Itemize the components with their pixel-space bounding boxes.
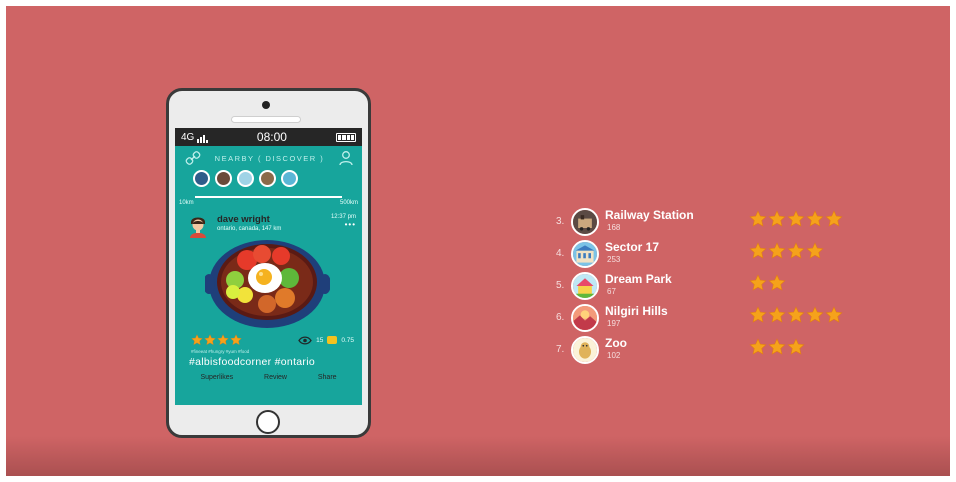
- park-icon: [571, 272, 599, 300]
- place-rating: [749, 338, 805, 356]
- star-icon: [806, 210, 824, 227]
- coin-icon: [327, 336, 338, 344]
- nav-title[interactable]: NEARBY ( DISCOVER ): [215, 154, 325, 163]
- star-icon: [787, 338, 805, 355]
- star-icon: [749, 306, 767, 323]
- range-min-label: 10km: [179, 200, 194, 206]
- ranking-row[interactable]: 7. Zoo 102: [554, 336, 854, 366]
- share-button[interactable]: Share: [318, 374, 337, 381]
- earpiece: [231, 116, 301, 123]
- more-options-icon[interactable]: •••: [331, 220, 356, 229]
- ranking-row[interactable]: 5. Dream Park 67: [554, 272, 854, 302]
- signal-indicator: 4G: [181, 132, 208, 143]
- filter-avatar-3[interactable]: [237, 170, 254, 187]
- signal-bar-icon: [206, 139, 208, 143]
- status-time: 08:00: [256, 130, 287, 144]
- place-count: 253: [607, 255, 621, 264]
- status-bar: 4G 08:00: [175, 128, 362, 146]
- post-username[interactable]: dave wright: [217, 214, 331, 225]
- filter-avatar-1[interactable]: [193, 170, 210, 187]
- star-icon: [230, 334, 242, 346]
- superlikes-button[interactable]: Superlikes: [200, 374, 233, 381]
- place-rating: [749, 274, 786, 292]
- star-icon: [749, 338, 767, 355]
- network-label: 4G: [181, 131, 195, 143]
- star-icon: [825, 306, 843, 323]
- rank-number: 6.: [556, 312, 565, 323]
- place-name: Dream Park: [605, 272, 672, 286]
- star-icon: [768, 274, 786, 291]
- star-icon: [217, 334, 229, 346]
- post-hashtags[interactable]: #albisfoodcorner #ontario: [189, 356, 315, 368]
- link-icon[interactable]: [185, 150, 201, 166]
- post-caption: #fineeat #hungry #yum #food: [191, 349, 250, 354]
- place-name: Zoo: [605, 336, 627, 350]
- review-button[interactable]: Review: [264, 374, 287, 381]
- building-icon: [571, 240, 599, 268]
- star-icon: [768, 210, 786, 227]
- distance-range-labels: 10km 500km: [175, 198, 362, 206]
- star-icon: [768, 306, 786, 323]
- ranking-row[interactable]: 4. Sector 17 253: [554, 240, 854, 270]
- star-icon: [806, 306, 824, 323]
- star-icon: [768, 338, 786, 355]
- coin-value: 0.75: [341, 336, 354, 344]
- filter-avatar-2[interactable]: [215, 170, 232, 187]
- star-icon: [806, 242, 824, 259]
- hills-icon: [571, 304, 599, 332]
- place-rating: [749, 242, 824, 260]
- place-count: 102: [607, 351, 621, 360]
- filter-avatars: [175, 166, 362, 187]
- place-count: 168: [607, 223, 621, 232]
- star-icon: [191, 334, 203, 346]
- post-actions: Superlikes Review Share: [175, 374, 362, 381]
- place-count: 67: [607, 287, 616, 296]
- place-name: Nilgiri Hills: [605, 304, 668, 318]
- star-icon: [749, 210, 767, 227]
- post-rating[interactable]: [191, 334, 242, 346]
- star-icon: [204, 334, 216, 346]
- star-icon: [787, 210, 805, 227]
- post-stats: 15 0.75: [191, 334, 354, 346]
- filter-avatar-5[interactable]: [281, 170, 298, 187]
- home-button[interactable]: [256, 410, 280, 434]
- camera-dot: [262, 101, 270, 109]
- zoo-icon: [571, 336, 599, 364]
- view-count: 15: [316, 336, 324, 344]
- star-icon: [787, 242, 805, 259]
- food-bowl-image: [205, 240, 330, 328]
- star-icon: [825, 210, 843, 227]
- star-icon: [787, 306, 805, 323]
- filter-avatar-4[interactable]: [259, 170, 276, 187]
- presentation-canvas: 4G 08:00 NEARBY ( DISCOVER ) 10km 500km …: [6, 6, 950, 476]
- phone-mockup: 4G 08:00 NEARBY ( DISCOVER ) 10km 500km …: [166, 88, 371, 438]
- profile-icon[interactable]: [338, 150, 354, 166]
- rank-number: 7.: [556, 344, 565, 355]
- battery-icon: [336, 132, 356, 142]
- star-icon: [749, 242, 767, 259]
- signal-bar-icon: [203, 134, 206, 143]
- rank-number: 3.: [556, 216, 565, 227]
- range-max-label: 500km: [339, 200, 358, 206]
- ranking-row[interactable]: 6. Nilgiri Hills 197: [554, 304, 854, 334]
- place-rating: [749, 210, 843, 228]
- phone-screen: 4G 08:00 NEARBY ( DISCOVER ) 10km 500km …: [175, 128, 362, 405]
- place-name: Railway Station: [605, 208, 694, 222]
- place-rating: [749, 306, 843, 324]
- place-name: Sector 17: [605, 240, 660, 254]
- top-nav: NEARBY ( DISCOVER ): [175, 146, 362, 166]
- signal-bar-icon: [197, 138, 200, 143]
- star-icon: [749, 274, 767, 291]
- eye-icon: [298, 335, 312, 345]
- ranking-row[interactable]: 3. Railway Station 168: [554, 208, 854, 238]
- place-count: 197: [607, 319, 621, 328]
- signal-bar-icon: [200, 136, 203, 143]
- train-icon: [571, 208, 599, 236]
- rank-number: 4.: [556, 248, 565, 259]
- rank-number: 5.: [556, 280, 565, 291]
- star-icon: [768, 242, 786, 259]
